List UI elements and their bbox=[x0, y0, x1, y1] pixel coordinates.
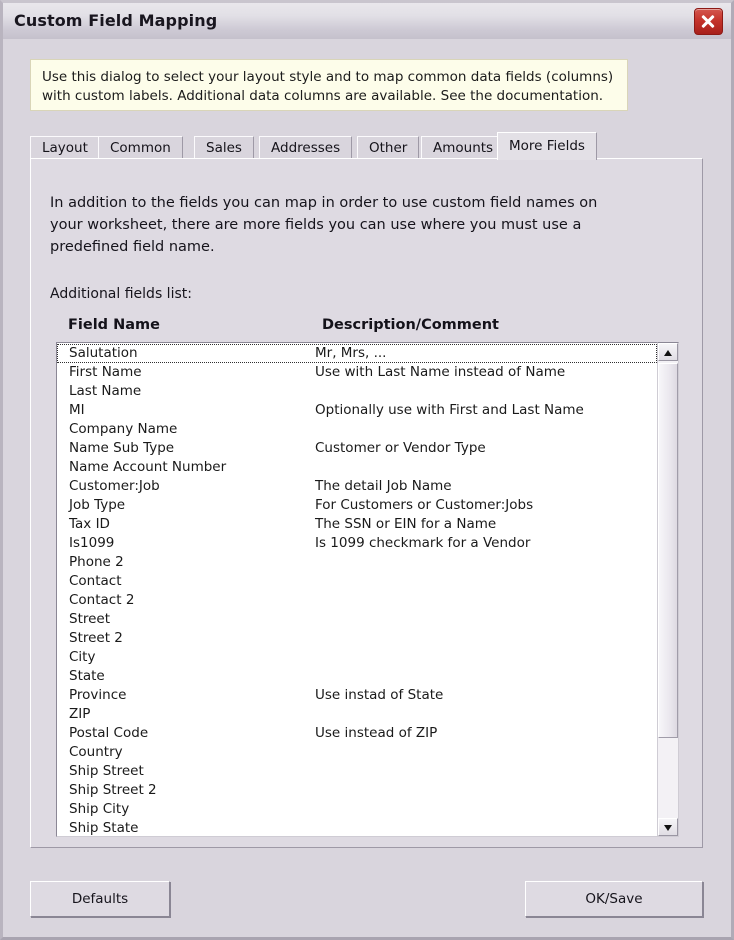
dialog-client-area: Use this dialog to select your layout st… bbox=[3, 39, 731, 937]
defaults-button[interactable]: Defaults bbox=[30, 881, 170, 917]
table-row[interactable]: Phone 2 bbox=[57, 553, 657, 572]
info-banner: Use this dialog to select your layout st… bbox=[30, 59, 628, 111]
row-field-description: Mr, Mrs, ... bbox=[315, 345, 387, 361]
table-row[interactable]: Ship City bbox=[57, 800, 657, 819]
tab-common[interactable]: Common bbox=[98, 136, 183, 159]
row-field-name: Ship State bbox=[69, 820, 139, 836]
row-field-name: Ship Street 2 bbox=[69, 782, 157, 798]
info-banner-line-1: Use this dialog to select your layout st… bbox=[42, 69, 614, 85]
row-field-name: Street bbox=[69, 611, 111, 627]
ok-save-button[interactable]: OK/Save bbox=[525, 881, 703, 917]
table-row[interactable]: Ship Street bbox=[57, 762, 657, 781]
close-icon[interactable] bbox=[694, 8, 723, 35]
window-title: Custom Field Mapping bbox=[14, 11, 218, 30]
row-field-description: Use with Last Name instead of Name bbox=[315, 364, 566, 380]
panel-paragraph-line-1: In addition to the fields you can map in… bbox=[50, 195, 598, 211]
table-row[interactable]: Job Type For Customers or Customer:Jobs bbox=[57, 496, 657, 515]
row-field-name: City bbox=[69, 649, 96, 665]
table-row[interactable]: Company Name bbox=[57, 420, 657, 439]
title-bar: Custom Field Mapping bbox=[3, 3, 731, 40]
info-banner-line-2: with custom labels. Additional data colu… bbox=[42, 88, 604, 104]
table-row[interactable]: Name Account Number bbox=[57, 458, 657, 477]
tab-more-fields[interactable]: More Fields bbox=[497, 132, 597, 160]
row-field-name: Province bbox=[69, 687, 127, 703]
tab-addresses[interactable]: Addresses bbox=[259, 136, 353, 159]
additional-fields-label: Additional fields list: bbox=[50, 286, 192, 302]
row-field-name: Ship City bbox=[69, 801, 130, 817]
scroll-down-arrow-icon[interactable] bbox=[658, 818, 678, 836]
column-header-field-name: Field Name bbox=[68, 317, 160, 333]
row-field-description: The detail Job Name bbox=[315, 478, 452, 494]
row-field-description: Optionally use with First and Last Name bbox=[315, 402, 584, 418]
row-field-name: Job Type bbox=[69, 497, 126, 513]
row-field-description: Use instad of State bbox=[315, 687, 444, 703]
panel-paragraph: In addition to the fields you can map in… bbox=[50, 192, 675, 258]
table-row[interactable]: Last Name bbox=[57, 382, 657, 401]
row-field-name: Tax ID bbox=[69, 516, 110, 532]
scroll-up-arrow-glyph bbox=[664, 350, 672, 356]
row-field-description: The SSN or EIN for a Name bbox=[315, 516, 497, 532]
row-field-name: Country bbox=[69, 744, 123, 760]
table-row[interactable]: Street bbox=[57, 610, 657, 629]
row-field-description: Is 1099 checkmark for a Vendor bbox=[315, 535, 531, 551]
listbox-rows: Salutation Mr, Mrs, ... First Name Use with… bbox=[57, 344, 657, 836]
scroll-up-arrow-icon[interactable] bbox=[658, 343, 678, 361]
table-row[interactable]: First Name Use with Last Name instead of … bbox=[57, 363, 657, 382]
tab-other[interactable]: Other bbox=[357, 136, 420, 159]
row-field-name: Name Account Number bbox=[69, 459, 227, 475]
row-field-name: Contact bbox=[69, 573, 122, 589]
row-field-name: Ship Street bbox=[69, 763, 144, 779]
table-row[interactable]: Salutation Mr, Mrs, ... bbox=[57, 344, 657, 363]
row-field-name: Is1099 bbox=[69, 535, 115, 551]
row-field-name: Customer:Job bbox=[69, 478, 160, 494]
panel-paragraph-line-3: predefined field name. bbox=[50, 239, 215, 255]
table-row[interactable]: Province Use instad of State bbox=[57, 686, 657, 705]
table-row[interactable]: Is1099 Is 1099 checkmark for a Vendor bbox=[57, 534, 657, 553]
row-field-name: Last Name bbox=[69, 383, 142, 399]
table-row[interactable]: Postal Code Use instead of ZIP bbox=[57, 724, 657, 743]
row-field-name: Street 2 bbox=[69, 630, 123, 646]
tab-layout[interactable]: Layout bbox=[30, 136, 100, 159]
scroll-down-arrow-glyph bbox=[664, 825, 672, 831]
tab-sales[interactable]: Sales bbox=[194, 136, 254, 159]
row-field-description: Use instead of ZIP bbox=[315, 725, 438, 741]
row-field-name: First Name bbox=[69, 364, 142, 380]
more-fields-panel: In addition to the fields you can map in… bbox=[30, 158, 703, 848]
screenshot-root: Custom Field Mapping Use this dialog to … bbox=[0, 0, 734, 940]
row-field-name: Phone 2 bbox=[69, 554, 124, 570]
row-field-name: Company Name bbox=[69, 421, 178, 437]
table-row[interactable]: MI Optionally use with First and Last Nam… bbox=[57, 401, 657, 420]
table-row[interactable]: Country bbox=[57, 743, 657, 762]
row-field-name: MI bbox=[69, 402, 85, 418]
column-header-description: Description/Comment bbox=[322, 317, 499, 333]
additional-fields-listbox[interactable]: Salutation Mr, Mrs, ... First Name Use with… bbox=[56, 342, 658, 837]
row-field-name: Salutation bbox=[69, 345, 138, 361]
table-row[interactable]: Contact 2 bbox=[57, 591, 657, 610]
table-row[interactable]: Customer:Job The detail Job Name bbox=[57, 477, 657, 496]
scrollbar-thumb[interactable] bbox=[658, 363, 678, 738]
table-row[interactable]: Street 2 bbox=[57, 629, 657, 648]
row-field-description: For Customers or Customer:Jobs bbox=[315, 497, 534, 513]
row-field-name: Contact 2 bbox=[69, 592, 135, 608]
table-row[interactable]: Contact bbox=[57, 572, 657, 591]
table-row[interactable]: Ship State bbox=[57, 819, 657, 836]
row-field-name: Name Sub Type bbox=[69, 440, 175, 456]
row-field-name: Postal Code bbox=[69, 725, 149, 741]
table-row[interactable]: ZIP bbox=[57, 705, 657, 724]
table-row[interactable]: City bbox=[57, 648, 657, 667]
custom-field-mapping-dialog: Custom Field Mapping Use this dialog to … bbox=[0, 0, 734, 940]
tab-strip: Layout Common Sales Addresses Other Amou… bbox=[30, 132, 703, 160]
table-row[interactable]: Ship Street 2 bbox=[57, 781, 657, 800]
table-row[interactable]: Tax ID The SSN or EIN for a Name bbox=[57, 515, 657, 534]
table-row[interactable]: State bbox=[57, 667, 657, 686]
panel-paragraph-line-2: your worksheet, there are more fields yo… bbox=[50, 217, 582, 233]
table-row[interactable]: Name Sub Type Customer or Vendor Type bbox=[57, 439, 657, 458]
row-field-name: State bbox=[69, 668, 105, 684]
tab-amounts[interactable]: Amounts bbox=[421, 136, 506, 159]
listbox-scrollbar[interactable] bbox=[658, 342, 679, 837]
row-field-name: ZIP bbox=[69, 706, 91, 722]
row-field-description: Customer or Vendor Type bbox=[315, 440, 486, 456]
